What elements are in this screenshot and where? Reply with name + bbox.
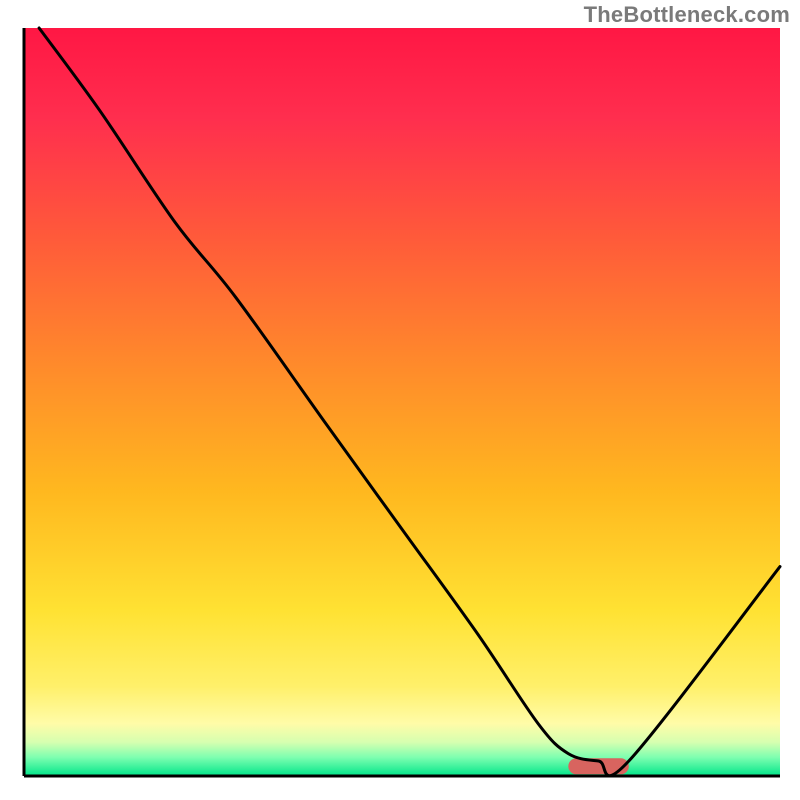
watermark-label: TheBottleneck.com — [584, 2, 790, 28]
chart-svg — [0, 0, 800, 800]
chart-stage: TheBottleneck.com — [0, 0, 800, 800]
gradient-rect — [24, 28, 780, 776]
plot-area — [24, 28, 780, 776]
